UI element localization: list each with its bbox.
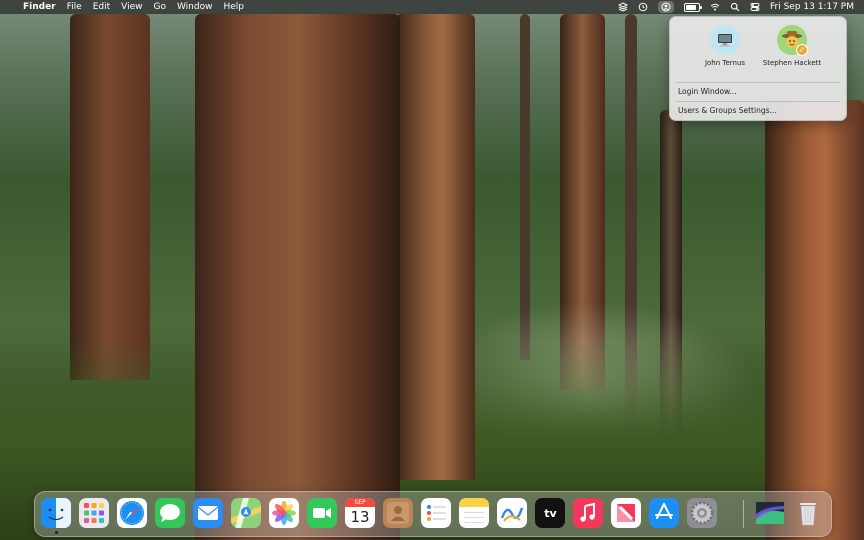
dock-trash-icon[interactable] [793, 498, 823, 528]
cowboy-avatar-icon: ✓ [777, 25, 808, 56]
dock-news-icon[interactable] [611, 498, 641, 528]
menu-separator [676, 82, 840, 83]
menu-go[interactable]: Go [153, 2, 165, 12]
menu-clock[interactable]: Fri Sep 13 1:17 PM [770, 2, 854, 12]
control-center-icon[interactable] [750, 2, 760, 12]
time-machine-icon[interactable] [638, 2, 648, 12]
menu-bar: Finder File Edit View Go Window Help Fri… [0, 0, 864, 14]
dock: SEP 13 tv [34, 491, 832, 537]
dock-facetime-icon[interactable] [307, 498, 337, 528]
tv-label: tv [544, 506, 557, 520]
dock-tv-icon[interactable]: tv [535, 498, 565, 528]
menu-edit[interactable]: Edit [93, 2, 110, 12]
user-switch-icon[interactable] [658, 1, 675, 13]
calendar-month: SEP [345, 498, 375, 507]
battery-icon[interactable] [684, 2, 703, 12]
users-groups-settings-item[interactable]: Users & Groups Settings... [678, 106, 777, 115]
wifi-icon[interactable] [710, 2, 720, 12]
dock-mail-icon[interactable] [193, 498, 223, 528]
menu-view[interactable]: View [121, 2, 142, 12]
wallpaper-tree [195, 14, 400, 540]
menu-separator [676, 101, 840, 102]
dock-contacts-icon[interactable] [383, 498, 413, 528]
dock-photos-icon[interactable] [269, 498, 299, 528]
menu-app-name[interactable]: Finder [23, 2, 56, 12]
dock-music-icon[interactable] [573, 498, 603, 528]
dock-maps-icon[interactable] [231, 498, 261, 528]
user-name: John Ternus [704, 59, 746, 67]
dock-reminders-icon[interactable] [421, 498, 451, 528]
dock-app-store-icon[interactable] [649, 498, 679, 528]
computer-avatar-icon [710, 25, 740, 55]
dock-downloads-stack-icon[interactable] [755, 498, 785, 528]
logged-in-check-icon: ✓ [796, 44, 808, 56]
wallpaper-tree [70, 14, 150, 380]
wallpaper-tree [765, 100, 864, 540]
menu-file[interactable]: File [67, 2, 82, 12]
layers-icon[interactable] [618, 2, 629, 12]
dock-safari-icon[interactable] [117, 498, 147, 528]
user-john-ternus[interactable]: John Ternus [695, 25, 755, 67]
calendar-day: 13 [350, 508, 370, 526]
finder-running-indicator [55, 531, 58, 534]
dock-system-settings-icon[interactable] [687, 498, 717, 528]
dock-messages-icon[interactable] [155, 498, 185, 528]
menu-help[interactable]: Help [223, 2, 244, 12]
user-name: Stephen Hackett [762, 59, 822, 67]
dock-freeform-icon[interactable] [497, 498, 527, 528]
user-stephen-hackett[interactable]: ✓ Stephen Hackett [762, 25, 822, 67]
dock-calendar-icon[interactable]: SEP 13 [345, 498, 375, 528]
menu-window[interactable]: Window [177, 2, 213, 12]
dock-notes-icon[interactable] [459, 498, 489, 528]
login-window-item[interactable]: Login Window... [678, 87, 737, 96]
user-switch-menu: John Ternus ✓ Stephen Hackett Login Wind… [669, 16, 847, 121]
spotlight-search-icon[interactable] [730, 2, 740, 12]
dock-separator [743, 500, 744, 528]
wallpaper-tree [395, 14, 475, 480]
dock-finder-icon[interactable] [41, 498, 71, 528]
dock-launchpad-icon[interactable] [79, 498, 109, 528]
